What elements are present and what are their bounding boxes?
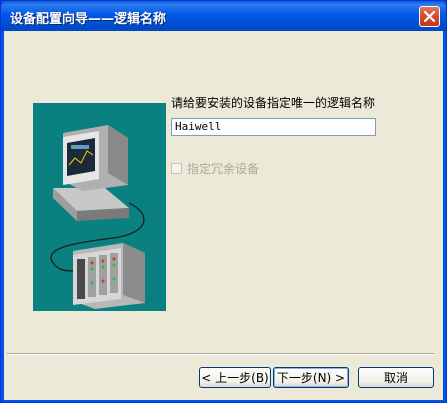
back-button[interactable]: < 上一步(B) xyxy=(199,367,271,388)
dialog-window: 设备配置向导——逻辑名称 请给要安装的设备指定唯一的逻辑名称 Haiwell 指… xyxy=(0,0,447,403)
button-separator xyxy=(7,353,434,355)
dialog-client-area: 请给要安装的设备指定唯一的逻辑名称 Haiwell 指定冗余设备 < 上一步(B… xyxy=(4,31,443,400)
title-bar[interactable]: 设备配置向导——逻辑名称 xyxy=(1,1,446,31)
logical-name-input[interactable]: Haiwell xyxy=(171,118,376,136)
redundant-device-option: 指定冗余设备 xyxy=(171,160,259,177)
cancel-button[interactable]: 取消 xyxy=(358,367,434,388)
close-button[interactable] xyxy=(419,6,440,27)
logical-name-prompt: 请给要安装的设备指定唯一的逻辑名称 xyxy=(171,96,376,110)
redundant-device-label: 指定冗余设备 xyxy=(187,162,260,176)
close-icon xyxy=(423,10,436,23)
redundant-device-checkbox xyxy=(171,163,182,174)
computer-plc-illustration xyxy=(33,103,166,311)
next-button[interactable]: 下一步(N) > xyxy=(273,367,349,388)
window-title: 设备配置向导——逻辑名称 xyxy=(10,12,167,27)
